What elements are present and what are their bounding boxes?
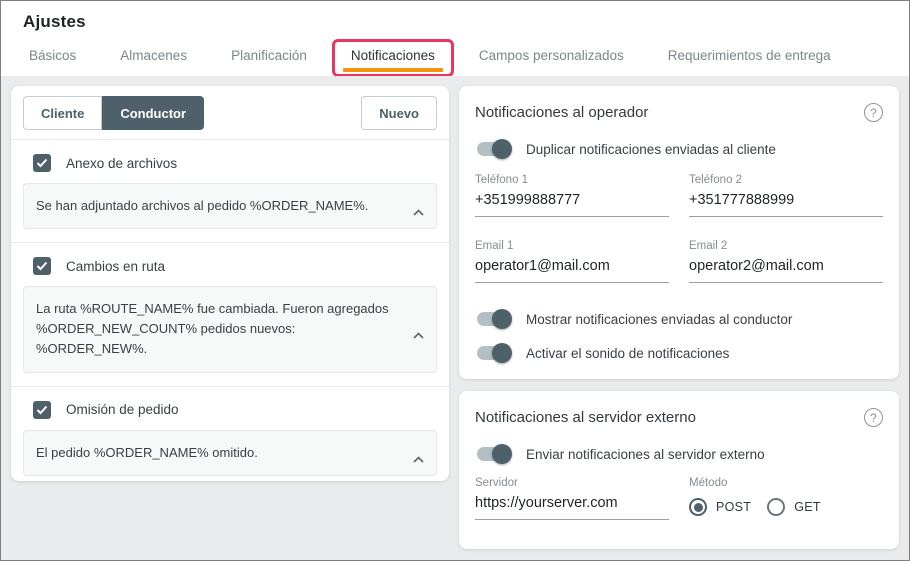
radio-get-unselected[interactable]	[767, 498, 786, 516]
chevron-up-icon[interactable]	[413, 325, 424, 345]
checkbox-checked-icon[interactable]	[33, 400, 51, 419]
help-icon[interactable]: ?	[864, 103, 883, 122]
radio-post-selected[interactable]	[689, 498, 707, 516]
segment-conductor-button[interactable]: Conductor	[102, 96, 205, 130]
chevron-up-icon[interactable]	[413, 202, 424, 222]
send-server-toggle-row: Enviar notificaciones al servidor extern…	[475, 444, 883, 464]
method-radio-group: POST GET	[689, 498, 883, 516]
settings-tabbar: Básicos Almacenes Planificación Notifica…	[23, 39, 887, 77]
panel-title: Notificaciones al servidor externo	[475, 409, 696, 426]
field-label: Método	[689, 477, 728, 489]
field-label: Teléfono 2	[689, 174, 743, 186]
tab-notificaciones[interactable]: Notificaciones	[331, 39, 454, 77]
help-icon[interactable]: ?	[864, 408, 883, 427]
duplicate-toggle-row: Duplicar notificaciones enviadas al clie…	[475, 139, 883, 159]
toggle-on-switch[interactable]	[477, 444, 512, 464]
tab-label: Almacenes	[120, 48, 188, 63]
template-textarea[interactable]: Se han adjuntado archivos al pedido %ORD…	[23, 183, 437, 230]
panel-title-row: Notificaciones al servidor externo ?	[475, 405, 883, 427]
email1-input[interactable]	[475, 252, 669, 283]
segment-cliente-button[interactable]: Cliente	[23, 96, 103, 130]
notification-block-omision: Omisión de pedido El pedido %ORDER_NAME%…	[11, 387, 449, 489]
operator-notifications-panel: Notificaciones al operador ? Duplicar no…	[459, 86, 899, 379]
field-label: Servidor	[475, 477, 518, 489]
tab-label: Campos personalizados	[478, 48, 624, 63]
audience-segmented-control: Cliente Conductor	[23, 96, 205, 130]
template-text: El pedido %ORDER_NAME% omitido.	[36, 444, 258, 460]
toggle-label: Duplicar notificaciones enviadas al clie…	[526, 141, 776, 157]
panel-title-row: Notificaciones al operador ?	[475, 100, 883, 122]
template-text: Se han adjuntado archivos al pedido %ORD…	[36, 198, 369, 213]
tab-almacenes[interactable]: Almacenes	[114, 40, 193, 77]
notification-block-cambios: Cambios en ruta La ruta %ROUTE_NAME% fue…	[11, 243, 449, 385]
email1-field: Email 1	[475, 240, 669, 283]
sound-toggle-row: Activar el sonido de notificaciones	[475, 343, 883, 363]
toggle-on-switch[interactable]	[477, 309, 512, 329]
templates-toolbar: Cliente Conductor Nuevo	[11, 86, 449, 139]
radio-label-get: GET	[794, 500, 821, 514]
toggle-on-switch[interactable]	[477, 343, 512, 363]
toggle-label: Activar el sonido de notificaciones	[526, 345, 730, 361]
email2-input[interactable]	[689, 252, 883, 283]
page-title: Ajustes	[23, 12, 86, 31]
toggle-on-switch[interactable]	[477, 139, 512, 159]
active-tab-underline	[342, 68, 443, 72]
phone2-input[interactable]	[689, 186, 883, 217]
template-textarea[interactable]: El pedido %ORDER_NAME% omitido.	[23, 429, 437, 476]
checkbox-checked-icon[interactable]	[33, 154, 51, 172]
notification-label: Omisión de pedido	[66, 402, 179, 418]
tab-requerimientos-entrega[interactable]: Requerimientos de entrega	[662, 40, 837, 77]
phone1-field: Teléfono 1	[475, 174, 669, 217]
operator-fields-grid: Teléfono 1 Teléfono 2 Email 1 Email 2	[475, 174, 883, 283]
field-label: Email 2	[689, 240, 728, 252]
phone2-field: Teléfono 2	[689, 174, 883, 217]
toggle-label: Mostrar notificaciones enviadas al condu…	[526, 311, 793, 327]
tab-planificacion[interactable]: Planificación	[225, 40, 313, 77]
checkbox-row: Cambios en ruta	[23, 254, 437, 286]
field-label: Email 1	[475, 240, 514, 252]
panel-title: Notificaciones al operador	[475, 104, 649, 121]
settings-page: { "header": { "title": "Ajustes" }, "tab…	[0, 0, 910, 561]
toggle-label: Enviar notificaciones al servidor extern…	[526, 446, 765, 462]
external-server-panel: Notificaciones al servidor externo ? Env…	[459, 391, 899, 549]
page-header: Ajustes Básicos Almacenes Planificación …	[1, 1, 909, 77]
server-field: Servidor	[475, 477, 669, 520]
checkbox-row: Omisión de pedido	[23, 398, 437, 430]
content-area: Cliente Conductor Nuevo Anexo de archivo…	[1, 76, 909, 560]
template-textarea[interactable]: La ruta %ROUTE_NAME% fue cambiada. Fuero…	[23, 286, 437, 373]
notification-templates-panel: Cliente Conductor Nuevo Anexo de archivo…	[11, 86, 449, 481]
template-text: La ruta %ROUTE_NAME% fue cambiada. Fuero…	[36, 301, 389, 357]
tab-basicos[interactable]: Básicos	[23, 40, 82, 77]
tab-label: Requerimientos de entrega	[667, 48, 831, 63]
notification-block-anexo: Anexo de archivos Se han adjuntado archi…	[11, 140, 449, 242]
new-notification-button[interactable]: Nuevo	[361, 96, 437, 130]
email2-field: Email 2	[689, 240, 883, 283]
server-fields-grid: Servidor Método POST GET	[475, 477, 883, 520]
notification-label: Cambios en ruta	[66, 258, 166, 274]
phone1-input[interactable]	[475, 186, 669, 217]
right-column: Notificaciones al operador ? Duplicar no…	[459, 86, 899, 550]
show-driver-toggle-row: Mostrar notificaciones enviadas al condu…	[475, 309, 883, 329]
tab-campos-personalizados[interactable]: Campos personalizados	[473, 40, 630, 77]
method-field: Método POST GET	[689, 477, 883, 520]
radio-label-post: POST	[716, 500, 752, 514]
tab-label: Notificaciones	[350, 48, 435, 63]
checkbox-row: Anexo de archivos	[23, 151, 437, 183]
chevron-up-icon[interactable]	[413, 449, 424, 469]
tab-label: Planificación	[231, 48, 307, 63]
tab-label: Básicos	[29, 48, 77, 63]
field-label: Teléfono 1	[475, 174, 529, 186]
checkbox-checked-icon[interactable]	[33, 257, 51, 276]
server-url-input[interactable]	[475, 489, 669, 520]
notification-label: Anexo de archivos	[66, 155, 178, 171]
